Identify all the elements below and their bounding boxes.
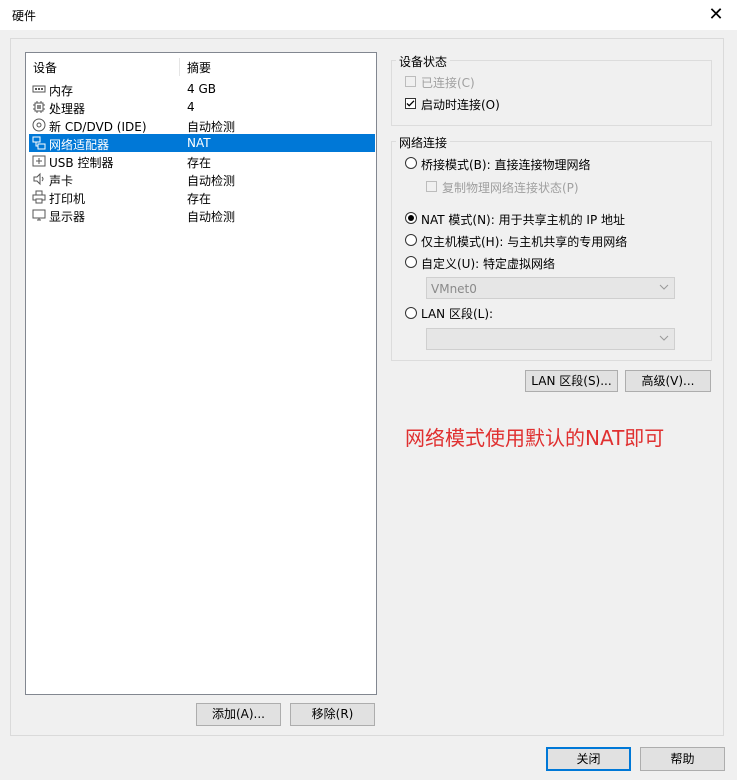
custom-radio[interactable] xyxy=(405,256,417,268)
memory-icon xyxy=(32,85,46,93)
device-row-memory[interactable]: 内存 4 GB xyxy=(29,80,375,98)
device-row-usb[interactable]: USB 控制器 存在 xyxy=(29,152,375,170)
device-row-printer[interactable]: 打印机 存在 xyxy=(29,188,375,206)
speaker-icon xyxy=(33,172,44,186)
column-divider[interactable] xyxy=(179,58,180,76)
network-connection-title: 网络连接 xyxy=(396,134,451,151)
device-row-sound[interactable]: 声卡 自动检测 xyxy=(29,170,375,188)
chevron-down-icon xyxy=(659,335,669,341)
title-bar: 硬件 ✕ xyxy=(0,0,737,30)
device-row-cd-dvd[interactable]: 新 CD/DVD (IDE) 自动检测 xyxy=(29,116,375,134)
radio-selected-dot xyxy=(408,215,414,221)
lan-segment-radio[interactable] xyxy=(405,307,417,319)
window-title: 硬件 xyxy=(12,9,37,23)
device-name: 网络适配器 xyxy=(49,138,110,152)
lan-segment-dropdown[interactable] xyxy=(426,328,675,350)
replicate-state-checkbox[interactable] xyxy=(426,181,437,192)
lan-segments-button[interactable]: LAN 区段(S)... xyxy=(525,370,618,392)
device-summary: NAT xyxy=(187,136,211,150)
usb-icon xyxy=(32,155,46,167)
device-summary: 存在 xyxy=(187,192,212,206)
monitor-icon xyxy=(32,209,46,221)
device-name: 声卡 xyxy=(49,174,74,188)
device-name: 处理器 xyxy=(49,102,86,116)
connect-at-power-on-checkbox[interactable] xyxy=(405,98,416,109)
column-header-device[interactable]: 设备 xyxy=(33,59,57,76)
printer-icon xyxy=(32,190,46,204)
nat-radio[interactable] xyxy=(405,212,417,224)
device-summary: 自动检测 xyxy=(187,174,236,188)
device-summary: 存在 xyxy=(187,156,212,170)
annotation-text: 网络模式使用默认的NAT即可 xyxy=(405,426,665,450)
device-row-display[interactable]: 显示器 自动检测 xyxy=(29,206,375,224)
close-window-button[interactable]: ✕ xyxy=(704,3,728,27)
advanced-button[interactable]: 高级(V)... xyxy=(625,370,711,392)
device-row-processor[interactable]: 处理器 4 xyxy=(29,98,375,116)
bridged-label: 桥接模式(B): 直接连接物理网络 xyxy=(421,158,591,172)
device-name: 打印机 xyxy=(49,192,86,206)
remove-button[interactable]: 移除(R) xyxy=(290,703,375,726)
device-name: 新 CD/DVD (IDE) xyxy=(49,120,147,134)
device-row-network-adapter[interactable]: 网络适配器 NAT xyxy=(29,134,375,152)
cd-dvd-icon xyxy=(32,118,46,132)
connect-at-power-on-label: 启动时连接(O) xyxy=(421,98,500,112)
device-summary: 自动检测 xyxy=(187,120,236,134)
device-status-title: 设备状态 xyxy=(396,53,451,70)
chevron-down-icon xyxy=(659,284,669,290)
device-summary: 自动检测 xyxy=(187,210,236,224)
lan-segment-label: LAN 区段(L): xyxy=(421,307,494,321)
close-button[interactable]: 关闭 xyxy=(546,747,631,771)
custom-network-dropdown[interactable]: VMnet0 xyxy=(426,277,675,299)
device-summary: 4 xyxy=(187,100,195,114)
help-button[interactable]: 帮助 xyxy=(640,747,725,771)
processor-icon xyxy=(33,101,45,113)
replicate-state-label: 复制物理网络连接状态(P) xyxy=(442,181,579,195)
host-only-radio[interactable] xyxy=(405,234,417,246)
host-only-label: 仅主机模式(H): 与主机共享的专用网络 xyxy=(421,235,628,249)
connected-label: 已连接(C) xyxy=(421,76,475,90)
connected-checkbox[interactable] xyxy=(405,76,416,87)
device-name: 显示器 xyxy=(49,210,86,224)
network-adapter-icon xyxy=(32,136,46,150)
custom-label: 自定义(U): 特定虚拟网络 xyxy=(421,257,556,271)
nat-label: NAT 模式(N): 用于共享主机的 IP 地址 xyxy=(421,213,626,227)
device-name: USB 控制器 xyxy=(49,156,114,170)
column-header-summary[interactable]: 摘要 xyxy=(187,59,211,76)
bridged-radio[interactable] xyxy=(405,157,417,169)
device-summary: 4 GB xyxy=(187,82,216,96)
device-name: 内存 xyxy=(49,84,74,98)
device-list: 设备 摘要 内存 4 GB 处理器 4 新 CD/DVD (IDE) 自动检测 … xyxy=(25,52,377,695)
checkmark-icon xyxy=(406,100,415,107)
custom-network-value: VMnet0 xyxy=(431,282,477,296)
add-button[interactable]: 添加(A)... xyxy=(196,703,281,726)
